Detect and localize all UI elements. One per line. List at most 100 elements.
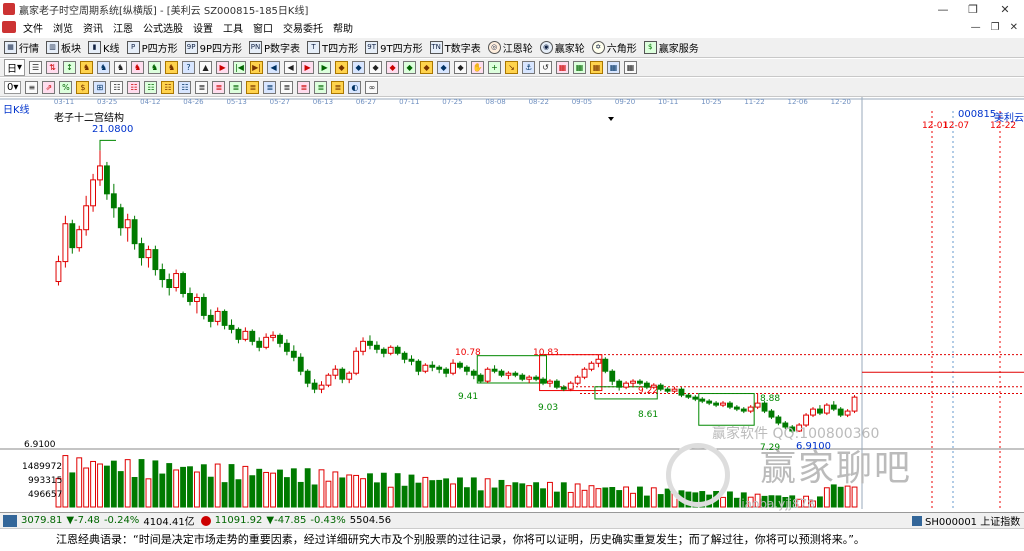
indicator-tool-icon-4[interactable]: ⊞ xyxy=(93,80,107,94)
draw-tool-icon-15[interactable]: ◀ xyxy=(284,61,298,74)
winner-wheel-button[interactable]: ◉ 赢家轮 xyxy=(539,40,585,55)
draw-tool-icon-17[interactable]: ▶ xyxy=(318,61,332,74)
draw-tool-icon-29[interactable]: ⚓ xyxy=(522,61,536,74)
maximize-button[interactable]: ❐ xyxy=(958,0,988,18)
mdi-close-button[interactable]: ✕ xyxy=(1010,22,1018,33)
indicator-tool-icon-18[interactable]: ≣ xyxy=(331,80,345,94)
draw-tool-icon-12[interactable]: |◀ xyxy=(233,61,247,74)
draw-tool-icon-16[interactable]: ▶ xyxy=(301,61,315,74)
draw-tool-icon-21[interactable]: ◆ xyxy=(386,61,400,74)
indicator-tool-icon-20[interactable]: ∞ xyxy=(365,80,379,94)
draw-tool-icon-11[interactable]: ▶ xyxy=(216,61,230,74)
status-right-index[interactable]: SH000001 上证指数 xyxy=(925,513,1020,528)
draw-tool-icon-28[interactable]: ↘ xyxy=(505,61,519,74)
draw-tool-icon-27[interactable]: + xyxy=(488,61,502,74)
sz-index[interactable]: 11091.92 xyxy=(215,515,263,526)
indicator-tool-icon-12[interactable]: ≣ xyxy=(229,80,243,94)
hexagon-button[interactable]: ✡ 六角形 xyxy=(591,40,637,55)
t-number-table-button[interactable]: TN T数字表 xyxy=(429,40,481,55)
indicator-tool-icon-7[interactable]: ☷ xyxy=(144,80,158,94)
draw-tool-icon-33[interactable]: ▦ xyxy=(590,61,604,74)
indicator-tool-icon-15[interactable]: ≣ xyxy=(280,80,294,94)
sh-index[interactable]: 3079.81 xyxy=(21,515,62,526)
draw-tool-icon-24[interactable]: ◆ xyxy=(437,61,451,74)
volume-bar xyxy=(408,474,415,508)
indicator-tool-icon-16[interactable]: ≣ xyxy=(297,80,311,94)
indicator-tool-icon-3[interactable]: $ xyxy=(76,80,90,94)
p-square-button[interactable]: P P四方形 xyxy=(126,40,178,55)
param-select[interactable]: 0 ▾ xyxy=(4,80,22,94)
indicator-tool-icon-9[interactable]: ☷ xyxy=(178,80,192,94)
draw-tool-icon-14[interactable]: ◀ xyxy=(267,61,281,74)
close-button[interactable]: ✕ xyxy=(990,0,1020,18)
volume-bar xyxy=(540,488,546,508)
menu-trade[interactable]: 交易委托 xyxy=(278,20,328,35)
draw-tool-icon-7[interactable]: ♞ xyxy=(148,61,162,74)
draw-tool-icon-5[interactable]: ♞ xyxy=(114,61,128,74)
draw-tool-icon-3[interactable]: ♞ xyxy=(80,61,94,74)
indicator-tool-icon-10[interactable]: ≣ xyxy=(195,80,209,94)
candle-body xyxy=(671,388,678,392)
draw-tool-icon-26[interactable]: ✋ xyxy=(471,61,485,74)
draw-tool-icon-4[interactable]: ♞ xyxy=(97,61,111,74)
indicator-tool-icon-8[interactable]: ☷ xyxy=(161,80,175,94)
draw-tool-icon-25[interactable]: ◆ xyxy=(454,61,468,74)
mdi-restore-button[interactable]: ❐ xyxy=(991,22,1000,33)
menu-window[interactable]: 窗口 xyxy=(248,20,278,35)
indicator-tool-icon-2[interactable]: % xyxy=(59,80,73,94)
draw-tool-icon-19[interactable]: ◆ xyxy=(352,61,366,74)
minimize-button[interactable]: — xyxy=(928,0,958,18)
indicator-tool-icon-17[interactable]: ≣ xyxy=(314,80,328,94)
menu-help[interactable]: 帮助 xyxy=(328,20,358,35)
indicator-tool-icon-0[interactable]: ≡ xyxy=(25,80,39,94)
draw-tool-icon-13[interactable]: ▶| xyxy=(250,61,264,74)
indicator-tool-icon-19[interactable]: ◐ xyxy=(348,80,362,94)
draw-tool-icon-35[interactable]: ▦ xyxy=(624,61,638,74)
draw-tool-icon-23[interactable]: ◆ xyxy=(420,61,434,74)
draw-tool-icon-18[interactable]: ◆ xyxy=(335,61,349,74)
draw-tool-icon-30[interactable]: ↺ xyxy=(539,61,553,74)
indicator-tool-icon-6[interactable]: ☷ xyxy=(127,80,141,94)
winner-service-button[interactable]: $ 赢家服务 xyxy=(643,40,699,55)
draw-tool-icon-31[interactable]: ▦ xyxy=(556,61,570,74)
candle-body xyxy=(727,402,733,408)
kline-button[interactable]: ▮ K线 xyxy=(88,40,120,55)
candle-body xyxy=(844,410,851,416)
draw-tool-icon-20[interactable]: ◆ xyxy=(369,61,383,74)
indicator-tool-icon-5[interactable]: ☷ xyxy=(110,80,124,94)
volume-bar xyxy=(242,465,249,508)
draw-tool-icon-2[interactable]: ↕ xyxy=(63,61,77,74)
indicator-tool-icon-1[interactable]: ⇗ xyxy=(42,80,56,94)
kline-chart-area[interactable]: 03-11 03-25 04-12 04-26 05-13 05-27 06-13 06-27… xyxy=(0,97,1024,512)
menu-news[interactable]: 资讯 xyxy=(78,20,108,35)
9p-square-button[interactable]: 9P 9P四方形 xyxy=(184,40,242,55)
draw-tool-icon-32[interactable]: ▦ xyxy=(573,61,587,74)
quote-button[interactable]: ▦ 行情 xyxy=(4,40,39,55)
menu-settings[interactable]: 设置 xyxy=(188,20,218,35)
indicator-tool-icon-11[interactable]: ≣ xyxy=(212,80,226,94)
gann-wheel-button[interactable]: ◎ 江恩轮 xyxy=(487,40,533,55)
mdi-minimize-button[interactable]: — xyxy=(971,22,981,33)
menu-tools[interactable]: 工具 xyxy=(218,20,248,35)
draw-tool-icon-6[interactable]: ♞ xyxy=(131,61,145,74)
t-square-button[interactable]: T T四方形 xyxy=(307,40,358,55)
menu-file[interactable]: 文件 xyxy=(18,20,48,35)
indicator-tool-icon-14[interactable]: ≣ xyxy=(263,80,277,94)
volume-bar xyxy=(727,491,733,508)
draw-tool-icon-1[interactable]: ⇅ xyxy=(46,61,60,74)
menu-browse[interactable]: 浏览 xyxy=(48,20,78,35)
period-select[interactable]: 日 ▾ xyxy=(4,59,26,76)
p-number-table-button[interactable]: PN P数字表 xyxy=(249,40,300,55)
draw-tool-icon-8[interactable]: ♞ xyxy=(165,61,179,74)
draw-tool-icon-0[interactable]: ☰ xyxy=(29,61,43,74)
draw-tool-icon-9[interactable]: ? xyxy=(182,61,196,74)
volume-bar xyxy=(533,482,540,508)
menu-gann[interactable]: 江恩 xyxy=(108,20,138,35)
draw-tool-icon-34[interactable]: ▦ xyxy=(607,61,621,74)
sector-button[interactable]: ▥ 板块 xyxy=(46,40,81,55)
draw-tool-icon-10[interactable]: ▲ xyxy=(199,61,213,74)
9t-square-button[interactable]: 9T 9T四方形 xyxy=(365,40,423,55)
indicator-tool-icon-13[interactable]: ≣ xyxy=(246,80,260,94)
menu-formula[interactable]: 公式选股 xyxy=(138,20,188,35)
draw-tool-icon-22[interactable]: ◆ xyxy=(403,61,417,74)
